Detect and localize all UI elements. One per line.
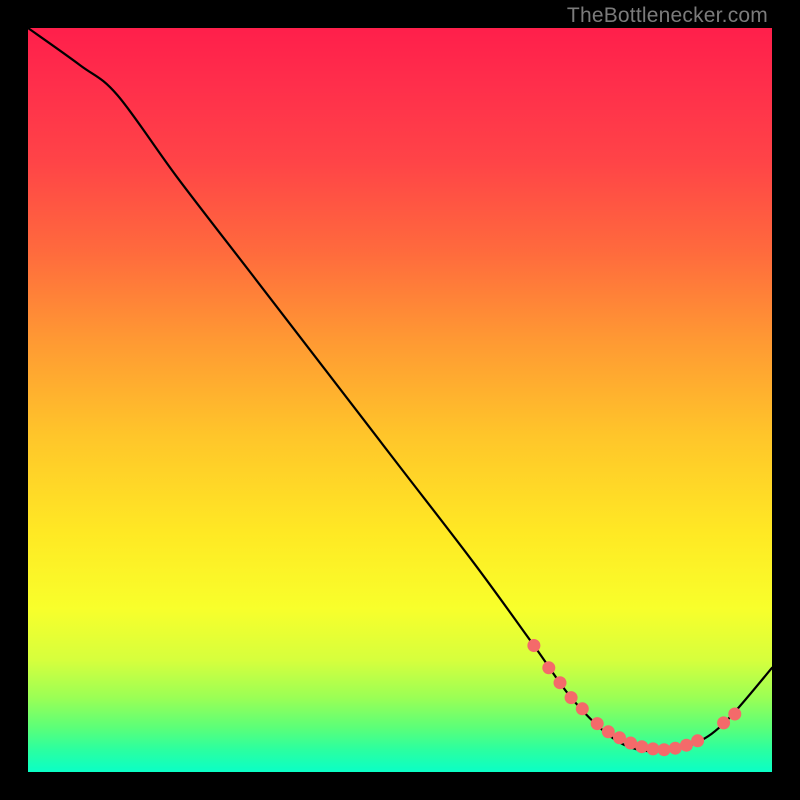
data-point xyxy=(542,661,555,674)
data-point xyxy=(527,639,540,652)
chart-frame: TheBottlenecker.com xyxy=(0,0,800,800)
data-point xyxy=(680,739,693,752)
data-point xyxy=(635,740,648,753)
data-point xyxy=(576,702,589,715)
data-point xyxy=(554,676,567,689)
data-point xyxy=(602,725,615,738)
plot-area xyxy=(28,28,772,772)
data-point xyxy=(717,716,730,729)
data-point xyxy=(691,734,704,747)
data-point xyxy=(669,742,682,755)
data-point xyxy=(624,737,637,750)
data-point xyxy=(565,691,578,704)
data-point xyxy=(647,742,660,755)
bottleneck-curve xyxy=(28,28,772,751)
attribution-label: TheBottlenecker.com xyxy=(567,4,768,28)
data-point xyxy=(591,717,604,730)
data-point xyxy=(613,731,626,744)
data-point xyxy=(658,743,671,756)
data-markers xyxy=(527,639,741,756)
curve-layer xyxy=(28,28,772,772)
data-point xyxy=(728,708,741,721)
